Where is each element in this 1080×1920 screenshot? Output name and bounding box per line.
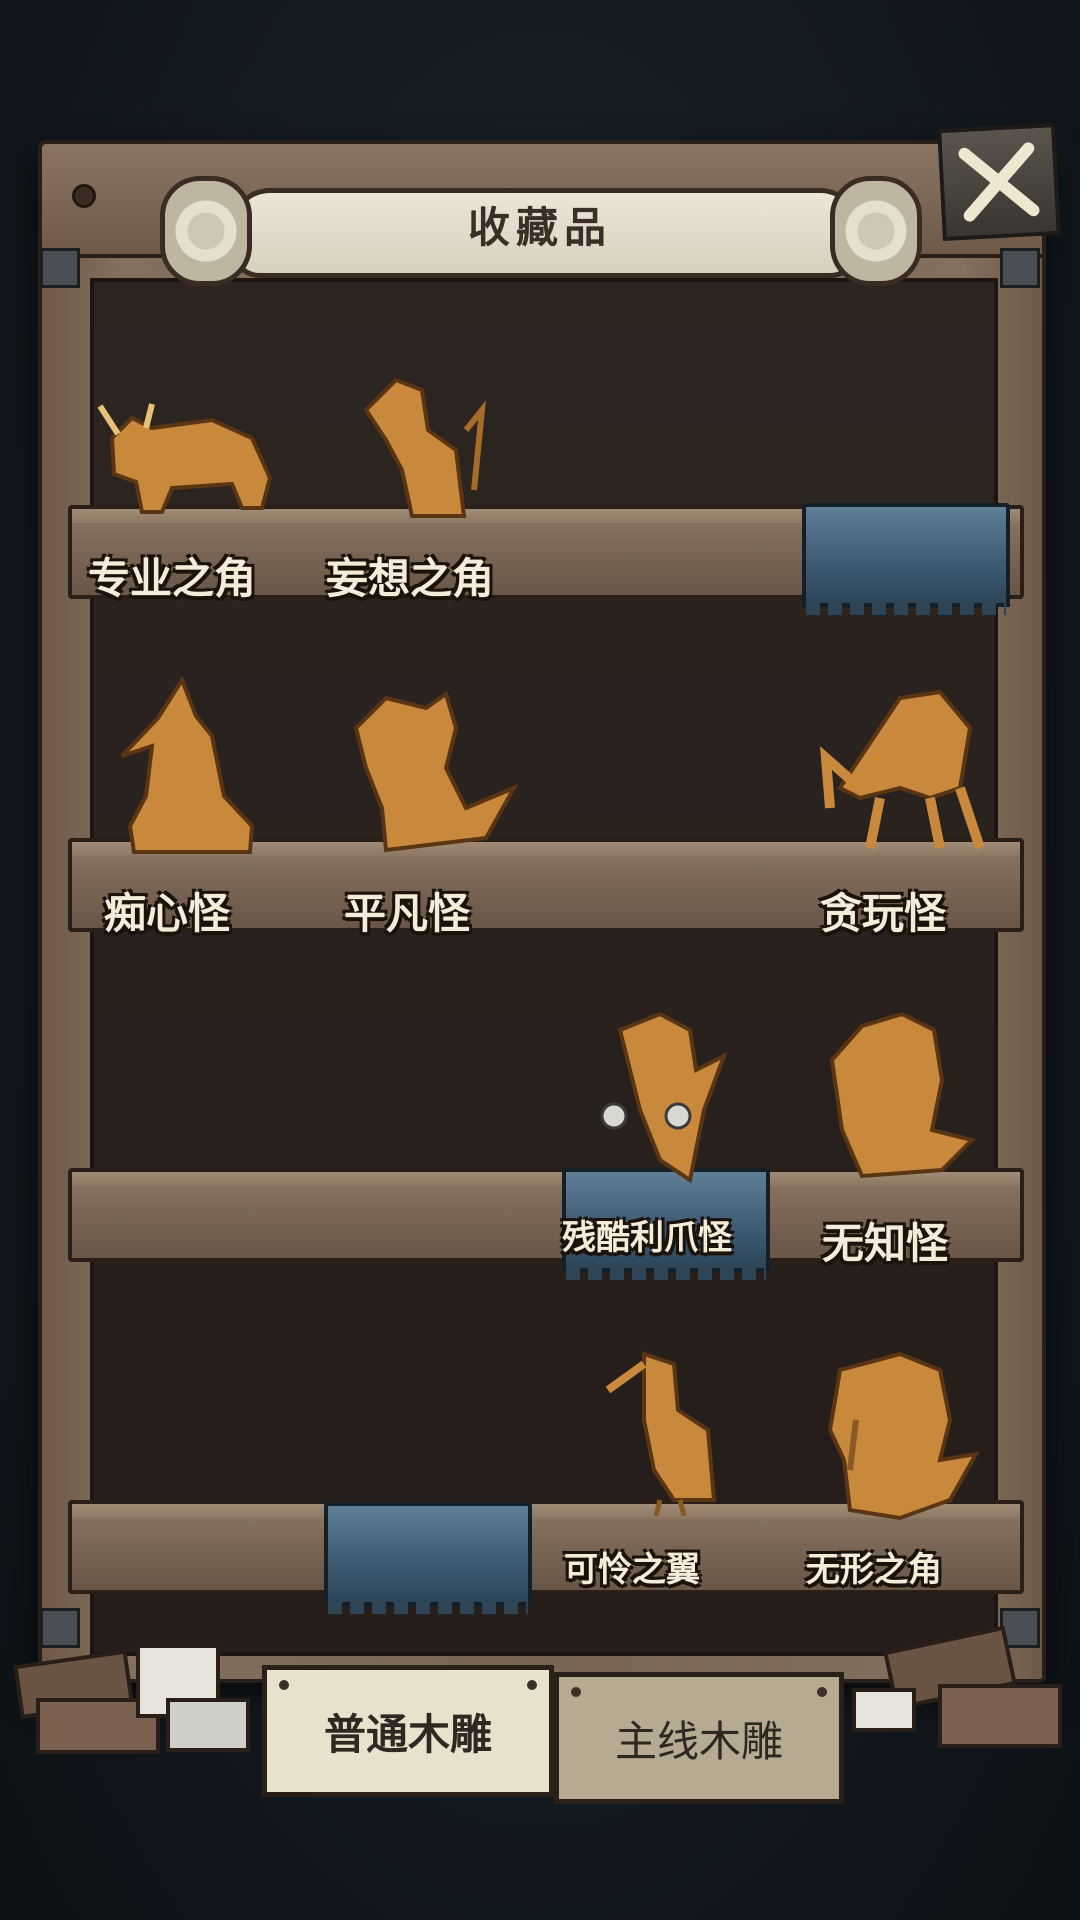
item-label: 贪玩怪 xyxy=(820,889,947,938)
tab-normal-carving[interactable]: 普通木雕 xyxy=(262,1665,554,1797)
pin-icon xyxy=(279,1680,289,1690)
item-label: 妄想之角 xyxy=(326,554,495,603)
rubble-pile-right xyxy=(852,1625,1062,1748)
item-label: 无形之角 xyxy=(806,1550,942,1590)
item-label: 无知怪 xyxy=(822,1219,949,1268)
corner-bracket xyxy=(1000,248,1040,288)
tab-main-carving[interactable]: 主线木雕 xyxy=(554,1672,844,1804)
carving-rat-figure[interactable] xyxy=(356,370,492,522)
pin-icon xyxy=(527,1680,537,1690)
cloth-cover xyxy=(324,1502,532,1614)
pin-icon xyxy=(817,1687,827,1697)
carving-elephant-figure[interactable] xyxy=(820,1350,980,1522)
item-label: 专业之角 xyxy=(88,554,257,603)
corner-bracket xyxy=(40,248,80,288)
carving-cat-figure[interactable] xyxy=(822,1010,978,1186)
tab-label: 主线木雕 xyxy=(614,1716,783,1766)
item-label: 可怜之翼 xyxy=(564,1550,700,1590)
carving-claw-figure[interactable] xyxy=(600,1010,728,1186)
carving-spider-figure[interactable] xyxy=(820,688,984,854)
pin-icon xyxy=(571,1687,581,1697)
close-x-icon xyxy=(958,142,1040,222)
rubble-pile-left xyxy=(13,1644,250,1754)
page-title: 收藏品 xyxy=(467,203,612,252)
tab-label: 普通木雕 xyxy=(323,1709,492,1759)
item-label: 平凡怪 xyxy=(344,889,471,938)
item-label: 残酷利爪怪 xyxy=(562,1218,732,1258)
item-label: 痴心怪 xyxy=(104,889,231,938)
title-banner: 收藏品 xyxy=(160,168,922,286)
cloth-cover xyxy=(802,503,1010,615)
close-button[interactable] xyxy=(937,122,1061,242)
carving-ox-figure[interactable] xyxy=(92,398,276,516)
nail-decoration xyxy=(72,184,96,208)
carving-beast-figure[interactable] xyxy=(346,688,518,854)
carving-heron-figure[interactable] xyxy=(604,1350,720,1516)
carving-bird-figure[interactable] xyxy=(112,676,262,856)
